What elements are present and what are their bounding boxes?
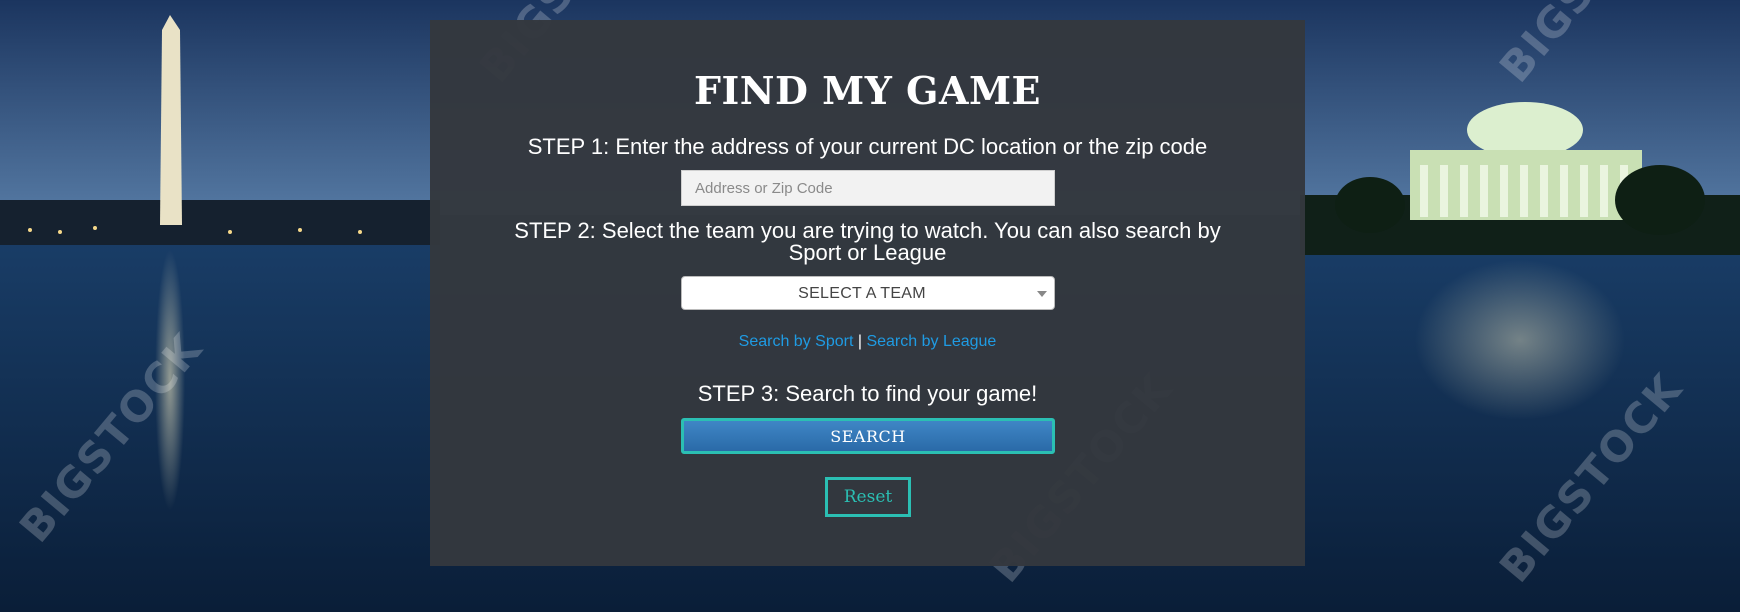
step1-label: STEP 1: Enter the address of your curren…	[527, 134, 1208, 159]
address-input[interactable]	[681, 170, 1055, 206]
search-links: Search by Sport | Search by League	[430, 333, 1305, 351]
find-game-panel: FIND MY GAME STEP 1: Enter the address o…	[430, 20, 1305, 566]
search-by-league-link[interactable]: Search by League	[866, 333, 996, 350]
reset-button[interactable]: Reset	[825, 477, 911, 517]
step2-label: STEP 2: Select the team you are trying t…	[514, 218, 1221, 265]
search-button[interactable]: SEARCH	[681, 418, 1055, 454]
search-by-sport-link[interactable]: Search by Sport	[739, 333, 854, 350]
page-title: FIND MY GAME	[693, 68, 1042, 113]
team-select-value: SELECT A TEAM	[798, 285, 926, 302]
chevron-down-icon	[1037, 291, 1047, 297]
step3-label: STEP 3: Search to find your game!	[697, 381, 1038, 406]
link-separator: |	[857, 333, 862, 350]
team-select[interactable]: SELECT A TEAM	[681, 276, 1055, 310]
